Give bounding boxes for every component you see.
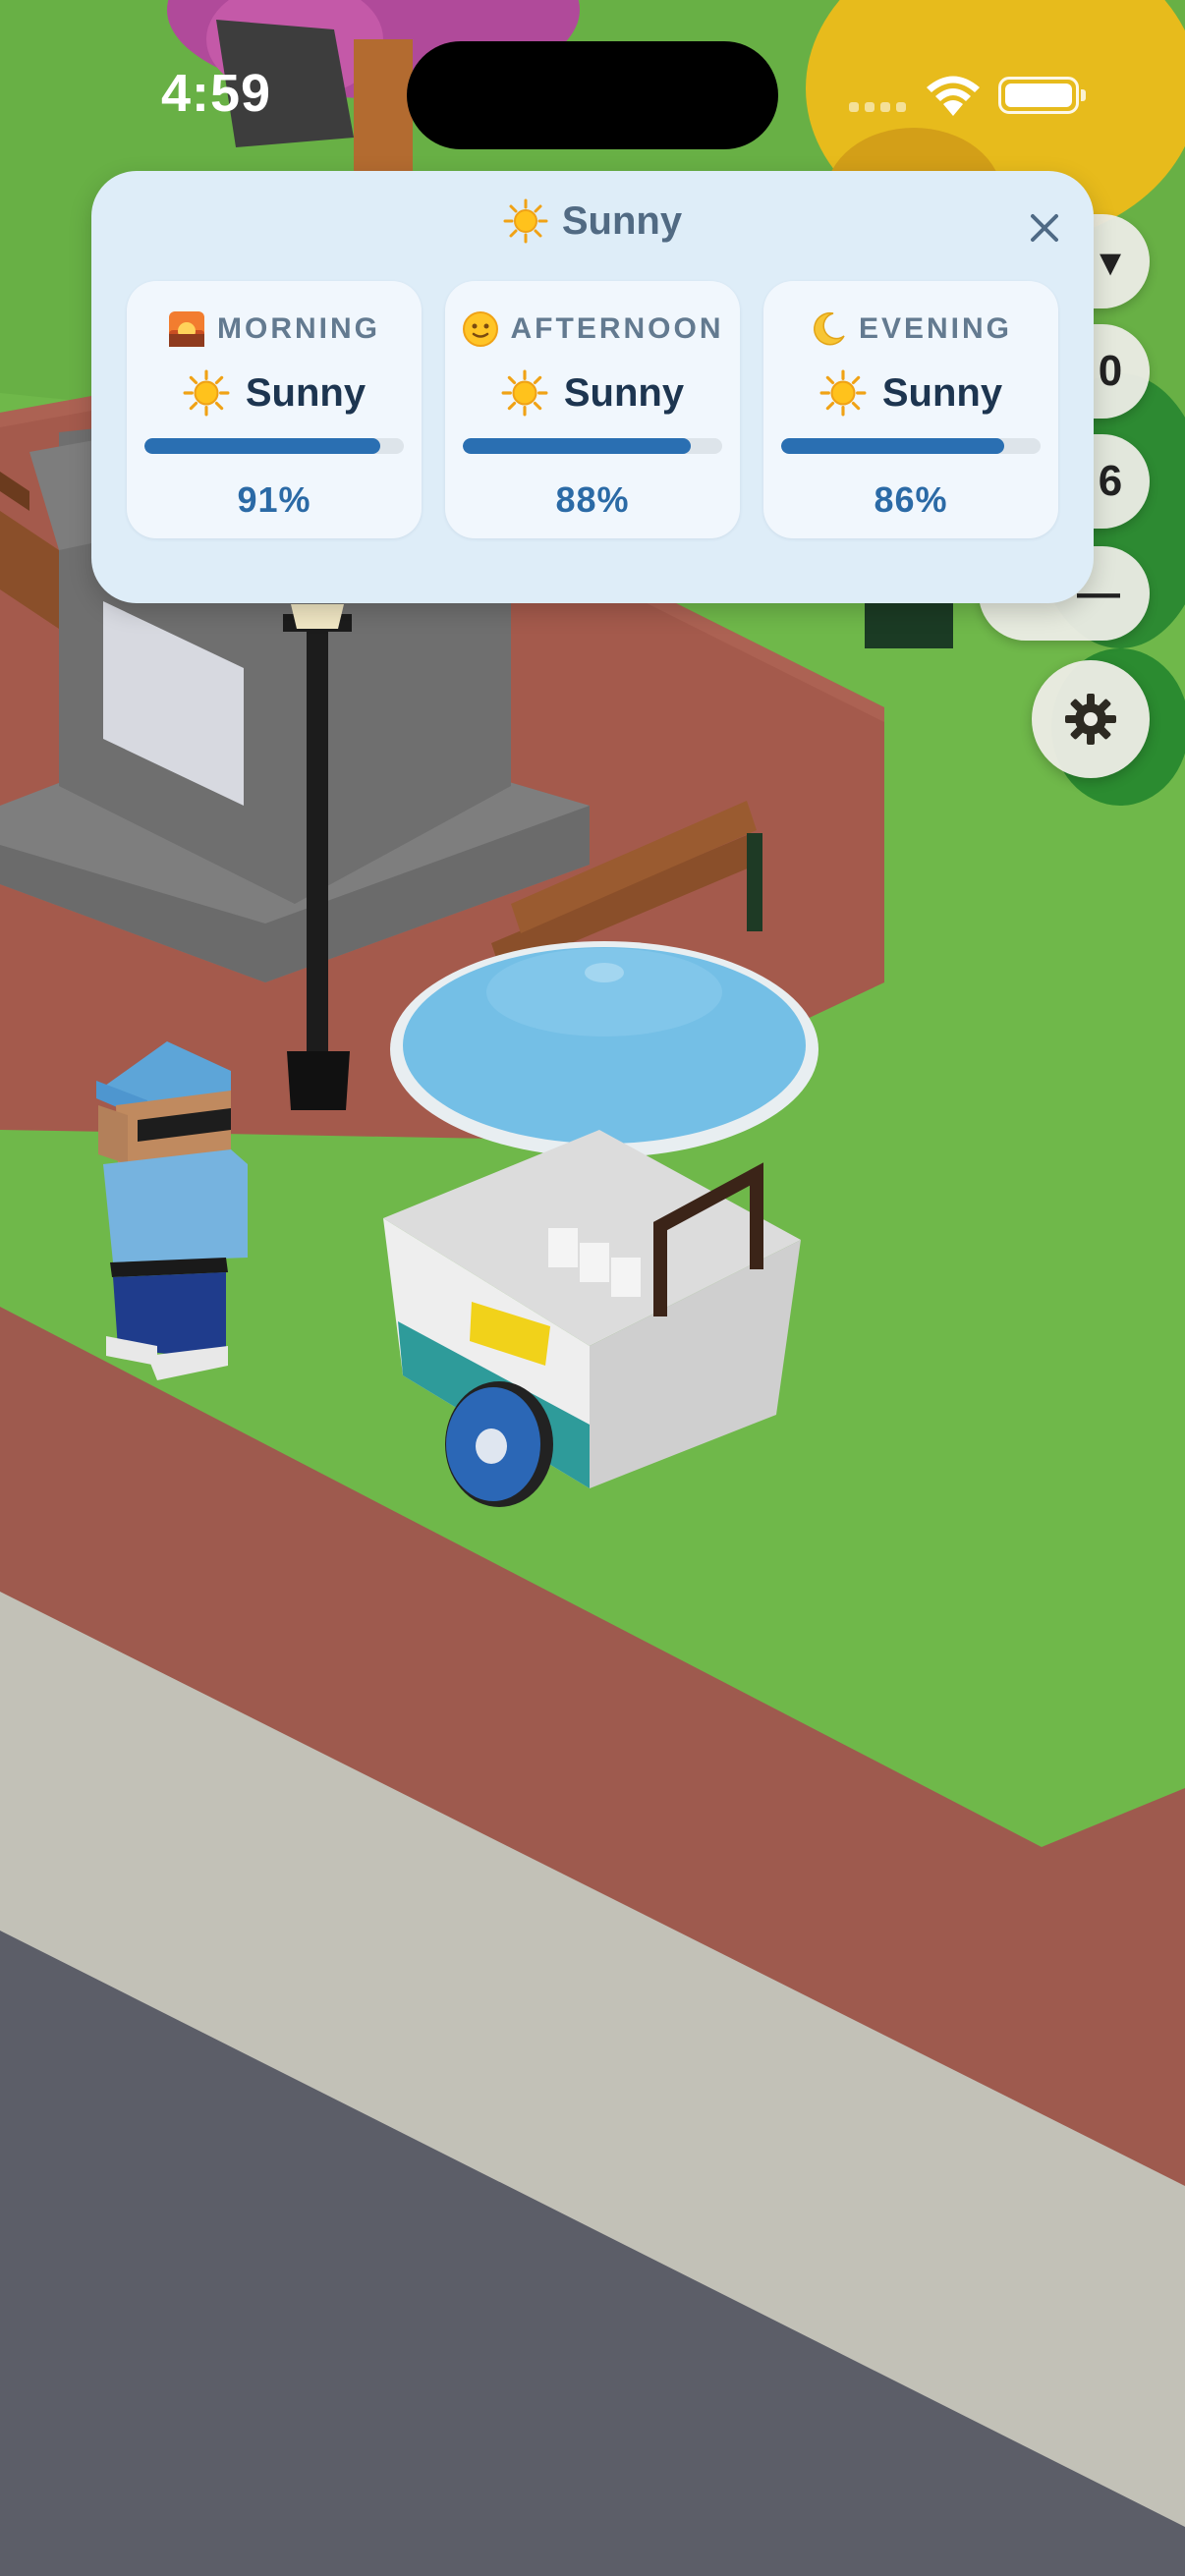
side-button-glyph: 6 <box>1098 457 1123 505</box>
status-time: 4:59 <box>161 64 272 123</box>
battery-icon <box>998 77 1086 114</box>
weather-forecast-panel: Sunny MORNING Sunny 91% AFTERNOON Sunny … <box>91 171 1094 603</box>
wifi-icon <box>927 76 980 116</box>
sunrise-icon <box>169 311 204 347</box>
cellular-signal-icon <box>849 102 908 116</box>
confidence-percent: 86% <box>874 479 948 520</box>
crescent-moon-icon <box>814 311 845 346</box>
confidence-bar-fill <box>463 438 692 454</box>
period-name: EVENING <box>858 312 1013 345</box>
confidence-percent: 91% <box>237 479 311 520</box>
confidence-percent: 88% <box>555 479 630 520</box>
sun-icon <box>503 198 548 244</box>
settings-button[interactable] <box>1032 660 1150 778</box>
forecast-card-morning[interactable]: MORNING Sunny 91% <box>127 281 422 538</box>
game-viewport[interactable]: 4:59 ▾ 0 6 — Sunny MORNING Sunny 91% AFT… <box>0 0 1185 2576</box>
confidence-bar <box>144 438 404 454</box>
close-icon <box>1031 214 1058 242</box>
sun-icon <box>501 369 548 417</box>
period-name: MORNING <box>217 312 380 345</box>
weather-panel-title: Sunny <box>561 198 683 243</box>
side-button-glyph: ▾ <box>1099 237 1122 286</box>
forecast-card-afternoon[interactable]: AFTERNOON Sunny 88% <box>445 281 740 538</box>
close-button[interactable] <box>1017 200 1072 255</box>
condition-label: Sunny <box>245 370 367 415</box>
vendor-character <box>96 1041 248 1380</box>
sun-face-icon <box>462 311 498 347</box>
period-name: AFTERNOON <box>510 312 724 345</box>
confidence-bar-fill <box>781 438 1005 454</box>
confidence-bar <box>463 438 722 454</box>
gear-icon <box>1065 694 1116 745</box>
condition-label: Sunny <box>563 370 685 415</box>
condition-label: Sunny <box>881 370 1003 415</box>
confidence-bar-fill <box>144 438 381 454</box>
weather-panel-header: Sunny <box>91 198 1094 244</box>
sun-icon <box>183 369 230 417</box>
side-button-glyph: 0 <box>1098 347 1123 395</box>
forecast-card-evening[interactable]: EVENING Sunny 86% <box>763 281 1058 538</box>
confidence-bar <box>781 438 1041 454</box>
sun-icon <box>819 369 867 417</box>
dynamic-island <box>407 41 778 149</box>
